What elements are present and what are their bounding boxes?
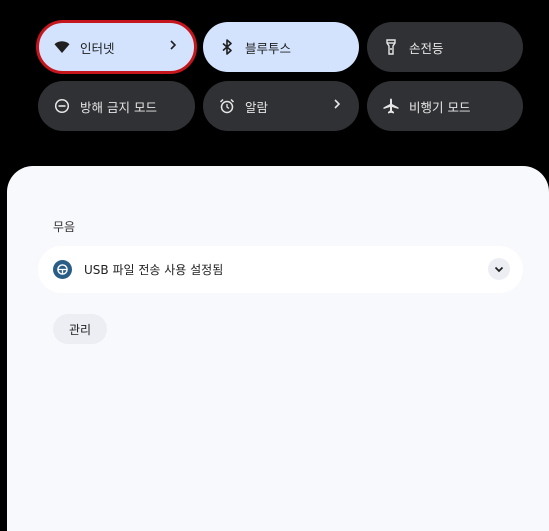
bluetooth-tile[interactable]: 블루투스 [203,22,359,72]
wifi-icon [54,39,70,55]
dnd-label: 방해 금지 모드 [80,99,157,115]
do-not-disturb-icon [54,98,70,114]
manage-button[interactable]: 관리 [53,314,108,344]
airplane-mode-tile[interactable]: 비행기 모드 [367,81,523,131]
do-not-disturb-tile[interactable]: 방해 금지 모드 [38,81,195,131]
chevron-right-icon[interactable] [329,96,345,112]
section-label-silent: 무음 [53,220,76,234]
airplane-label: 비행기 모드 [409,99,471,115]
notification-text: USB 파일 전송 사용 설정됨 [84,263,224,277]
alarm-tile[interactable]: 알람 [203,81,359,131]
notification-shade: 무음 USB 파일 전송 사용 설정됨 관리 [7,166,549,531]
airplane-icon [383,98,399,114]
usb-notification[interactable]: USB 파일 전송 사용 설정됨 [38,246,523,293]
usb-icon [53,260,72,279]
flashlight-tile[interactable]: 손전등 [367,22,523,72]
internet-tile[interactable]: 인터넷 [36,20,197,74]
internet-label: 인터넷 [80,40,115,56]
flashlight-label: 손전등 [409,40,444,56]
chevron-right-icon[interactable] [165,37,181,53]
bluetooth-icon [219,39,235,55]
alarm-icon [219,98,235,114]
flashlight-icon [383,39,399,55]
expand-chevron-down-icon[interactable] [488,258,510,280]
alarm-label: 알람 [245,99,269,115]
bluetooth-label: 블루투스 [245,40,292,56]
